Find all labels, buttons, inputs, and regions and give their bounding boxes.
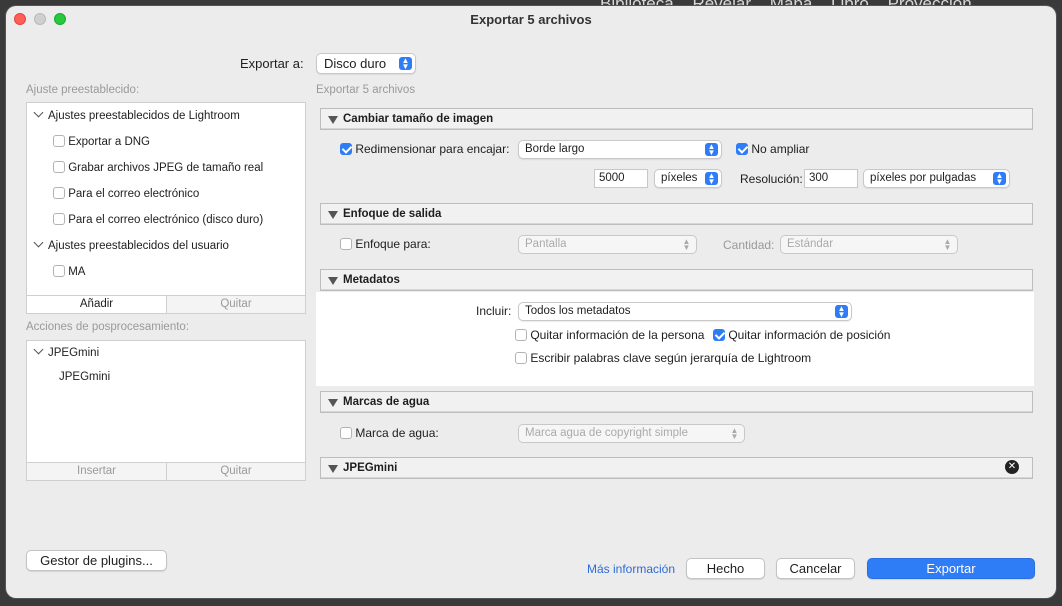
remove-section-icon[interactable]: ✕: [1005, 460, 1019, 474]
section-watermark-header[interactable]: Marcas de agua: [320, 391, 1033, 413]
include-metadata-select[interactable]: Todos los metadatos ▲ ▼: [518, 302, 852, 321]
watermark-select[interactable]: Marca agua de copyright simple ▲ ▼: [518, 424, 745, 443]
preset-checkbox[interactable]: [53, 213, 65, 225]
size-input[interactable]: 5000: [594, 169, 648, 188]
select-arrows-icon: ▲ ▼: [993, 172, 1006, 186]
resize-option[interactable]: Redimensionar para encajar:: [340, 142, 509, 156]
preset-checkbox[interactable]: [53, 161, 65, 173]
zoom-window-button[interactable]: [54, 13, 66, 25]
preset-checkbox[interactable]: [53, 135, 65, 147]
done-button[interactable]: Hecho: [686, 558, 765, 579]
section-sharpen-body: Enfoque para: Pantalla ▲ ▼ Cantidad: Están…: [316, 226, 1034, 268]
post-action-item[interactable]: JPEGmini: [59, 371, 110, 383]
resize-to-fit-checkbox[interactable]: [340, 143, 352, 155]
remove-preset-button[interactable]: Quitar: [166, 295, 306, 314]
export-to-label: Exportar a:: [240, 56, 304, 71]
preset-item[interactable]: Para el correo electrónico: [53, 187, 199, 200]
post-actions-label: Acciones de posprocesamiento:: [26, 321, 190, 333]
section-metadata-body: Incluir: Todos los metadatos ▲ ▼ Quitar in…: [316, 292, 1034, 386]
close-window-button[interactable]: [14, 13, 26, 25]
section-title: Marcas de agua: [343, 396, 430, 408]
resolution-unit-select[interactable]: píxeles por pulgadas ▲ ▼: [863, 169, 1010, 188]
preset-checkbox[interactable]: [53, 265, 65, 277]
preset-item[interactable]: Grabar archivos JPEG de tamaño real: [53, 161, 263, 174]
section-title: Cambiar tamaño de imagen: [343, 113, 494, 125]
select-arrows-icon: ▲ ▼: [399, 57, 412, 71]
sharpen-option[interactable]: Enfoque para:: [340, 237, 431, 251]
add-preset-button[interactable]: Añadir: [26, 295, 167, 314]
no-enlarge-option[interactable]: No ampliar: [736, 142, 809, 156]
plugin-manager-button[interactable]: Gestor de plugins...: [26, 550, 167, 571]
preset-item[interactable]: MA: [53, 265, 85, 278]
post-action-group[interactable]: JPEGmini: [33, 344, 99, 359]
watermark-option[interactable]: Marca de agua:: [340, 426, 439, 440]
cancel-button[interactable]: Cancelar: [776, 558, 855, 579]
remove-location-checkbox[interactable]: [713, 329, 725, 341]
section-jpegmini-header[interactable]: JPEGmini: [320, 457, 1033, 479]
select-arrows-icon: ▲ ▼: [682, 237, 691, 252]
resolution-input[interactable]: 300: [804, 169, 858, 188]
size-unit-select[interactable]: píxeles ▲ ▼: [654, 169, 722, 188]
export-to-select[interactable]: Disco duro ▲ ▼: [316, 53, 416, 74]
more-info-link[interactable]: Más información: [587, 562, 675, 576]
sharpen-checkbox[interactable]: [340, 238, 352, 250]
remove-person-checkbox[interactable]: [515, 329, 527, 341]
select-arrows-icon: ▲ ▼: [943, 237, 952, 252]
chevron-down-icon: [33, 237, 44, 248]
export-subtitle: Exportar 5 archivos: [316, 84, 416, 96]
section-sharpen-header[interactable]: Enfoque de salida: [320, 203, 1033, 225]
select-arrows-icon: ▲ ▼: [835, 305, 848, 319]
chevron-down-icon: [33, 344, 44, 355]
keywords-hierarchy-option[interactable]: Escribir palabras clave según jerarquía …: [515, 351, 811, 365]
preset-item[interactable]: Exportar a DNG: [53, 135, 150, 148]
preset-group-user[interactable]: Ajustes preestablecidos del usuario: [33, 237, 229, 252]
preset-item[interactable]: Para el correo electrónico (disco duro): [53, 213, 263, 226]
minimize-window-button[interactable]: [34, 13, 46, 25]
chevron-down-icon: [33, 107, 44, 118]
section-title: Metadatos: [343, 274, 400, 286]
presets-label: Ajuste preestablecido:: [26, 84, 140, 96]
export-button[interactable]: Exportar: [867, 558, 1035, 579]
insert-action-button[interactable]: Insertar: [26, 462, 167, 481]
amount-select[interactable]: Estándar ▲ ▼: [780, 235, 958, 254]
preset-group-lightroom[interactable]: Ajustes preestablecidos de Lightroom: [33, 107, 240, 122]
watermark-checkbox[interactable]: [340, 427, 352, 439]
presets-list: Ajustes preestablecidos de Lightroom Exp…: [26, 102, 306, 296]
fit-mode-select[interactable]: Borde largo ▲ ▼: [518, 140, 722, 159]
section-watermark-body: Marca de agua: Marca agua de copyright s…: [316, 414, 1034, 457]
window-controls: [14, 13, 66, 25]
section-metadata-header[interactable]: Metadatos: [320, 269, 1033, 291]
section-resize-body: Redimensionar para encajar: Borde largo ▲…: [316, 131, 1034, 194]
remove-person-option[interactable]: Quitar información de la persona: [515, 328, 704, 342]
no-enlarge-checkbox[interactable]: [736, 143, 748, 155]
remove-location-option[interactable]: Quitar información de posición: [713, 328, 890, 342]
section-title: JPEGmini: [343, 462, 398, 474]
select-arrows-icon: ▲ ▼: [705, 172, 718, 186]
dialog-title: Exportar 5 archivos: [470, 12, 592, 27]
sharpen-for-select[interactable]: Pantalla ▲ ▼: [518, 235, 697, 254]
keywords-hierarchy-checkbox[interactable]: [515, 352, 527, 364]
section-title: Enfoque de salida: [343, 208, 442, 220]
amount-label: Cantidad:: [723, 238, 775, 252]
select-arrows-icon: ▲ ▼: [730, 426, 739, 441]
export-dialog: Exportar 5 archivos Exportar a: Disco du…: [6, 6, 1056, 598]
preset-checkbox[interactable]: [53, 187, 65, 199]
resolution-label: Resolución:: [740, 172, 803, 186]
select-arrows-icon: ▲ ▼: [705, 143, 718, 157]
include-label: Incluir:: [476, 304, 512, 318]
section-resize-header[interactable]: Cambiar tamaño de imagen: [320, 108, 1033, 130]
remove-action-button[interactable]: Quitar: [166, 462, 306, 481]
post-actions-list: JPEGmini JPEGmini: [26, 340, 306, 463]
export-to-value: Disco duro: [324, 56, 387, 71]
